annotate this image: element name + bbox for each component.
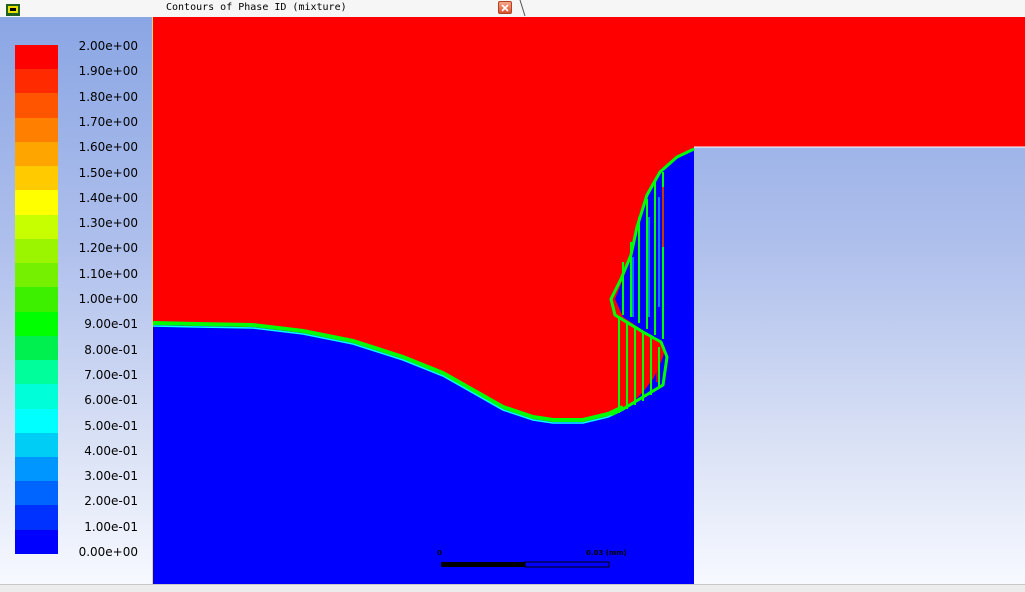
legend-swatch [15, 456, 58, 482]
legend-swatch [15, 335, 58, 361]
legend-label: 3.00e-01 [84, 469, 138, 484]
legend-label: 1.70e+00 [78, 114, 138, 129]
legend-swatch [15, 287, 58, 312]
legend-label: 9.00e-01 [84, 317, 138, 332]
legend-label: 1.60e+00 [78, 140, 138, 155]
legend-label: 6.00e-01 [84, 393, 138, 408]
legend-label: 1.10e+00 [78, 266, 138, 281]
legend-label: 1.00e-01 [84, 519, 138, 534]
legend-swatch [15, 141, 58, 167]
legend-swatch [15, 166, 58, 191]
legend-label: 1.30e+00 [78, 216, 138, 231]
legend-label: 7.00e-01 [84, 367, 138, 382]
legend-swatch [15, 190, 58, 215]
legend-swatch [15, 263, 58, 288]
legend-swatch [15, 408, 58, 433]
contour-plot[interactable] [153, 17, 1025, 584]
app-icon [6, 1, 20, 16]
legend-swatch [15, 311, 58, 336]
close-button[interactable] [498, 1, 512, 14]
legend-label: 8.00e-01 [84, 342, 138, 357]
legend-label: 2.00e+00 [78, 39, 138, 53]
legend-swatch [15, 529, 58, 554]
legend-swatch [15, 505, 58, 530]
legend-label: 4.00e-01 [84, 443, 138, 458]
legend-swatch [15, 45, 58, 70]
legend-swatch [15, 238, 58, 264]
legend-swatch [15, 69, 58, 94]
scale-bar-start-label: 0 [437, 549, 442, 557]
legend-label: 1.50e+00 [78, 165, 138, 180]
legend-label: 1.20e+00 [78, 241, 138, 256]
title-bar: Contours of Phase ID (mixture) [0, 0, 1025, 18]
tab-edge [519, 0, 526, 17]
legend-label: 5.00e-01 [84, 418, 138, 433]
close-icon [501, 4, 509, 12]
legend-label: 2.00e-01 [84, 494, 138, 509]
legend-label: 1.80e+00 [78, 89, 138, 104]
tab-title[interactable]: Contours of Phase ID (mixture) [166, 2, 347, 14]
legend-swatch [15, 384, 58, 409]
graphics-viewport[interactable]: 2.00e+00 1.90e+00 1.80e+00 1.70e+00 1.60e+00… [0, 17, 1025, 584]
legend-swatch [15, 214, 58, 239]
colormap-labels: 2.00e+00 1.90e+00 1.80e+00 1.70e+00 1.60e+00… [60, 39, 140, 559]
colormap-bar [15, 45, 58, 554]
legend-label: 1.90e+00 [78, 64, 138, 79]
legend-swatch [15, 117, 58, 142]
legend-label: 0.00e+00 [78, 545, 138, 559]
legend-label: 1.00e+00 [78, 292, 138, 306]
legend-label: 1.40e+00 [78, 190, 138, 205]
legend-swatch [15, 360, 58, 385]
scale-bar-end-label: 0.03 (mm) [586, 549, 627, 557]
legend-swatch [15, 481, 58, 506]
legend-swatch [15, 432, 58, 457]
legend-swatch [15, 93, 58, 118]
